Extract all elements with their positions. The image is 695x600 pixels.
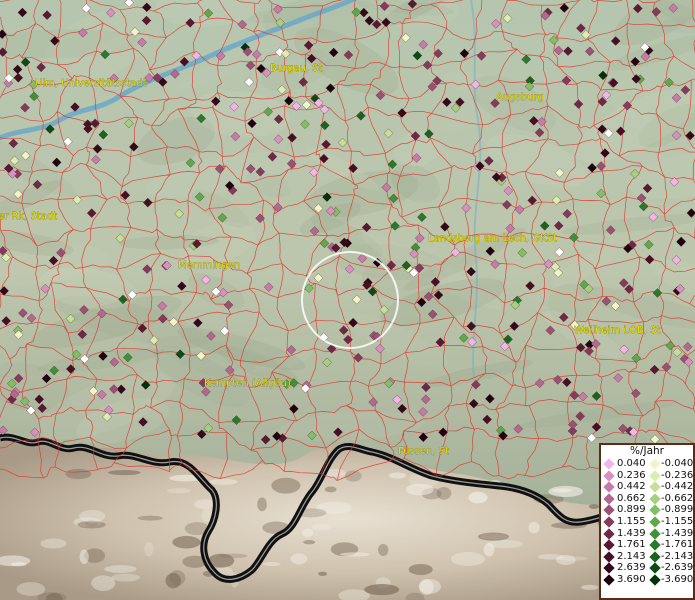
legend-swatch-positive [603, 516, 615, 528]
legend-row: 1.155 -1.155 [601, 516, 693, 528]
city-label: Weilheim i.OB, St [574, 325, 661, 336]
legend-swatch-positive [603, 539, 615, 551]
legend-value-positive: 1.761 [617, 539, 646, 551]
legend-row: 0.040 -0.040 [601, 458, 693, 470]
legend-swatch-positive [603, 562, 615, 575]
city-label: Landsberg am Lech, GKSt [428, 233, 557, 244]
legend-swatch-positive [603, 551, 615, 563]
legend-swatch-negative [649, 539, 661, 551]
legend-row: 0.899 -0.899 [601, 504, 694, 517]
legend: %/Jahr 0.040 -0.040 0.236 -0.236 0.442 -0.442… [599, 443, 695, 600]
legend-value-negative: -1.761 [661, 539, 694, 551]
legend-value-positive: 1.155 [617, 515, 646, 527]
legend-value-negative: -0.442 [661, 481, 694, 493]
legend-swatch-negative [649, 481, 661, 493]
legend-swatch-negative [649, 516, 661, 528]
legend-row: 2.639 -2.639 [601, 562, 694, 575]
city-label: Füssen, St [398, 446, 449, 457]
legend-rows: 0.040 -0.040 0.236 -0.236 0.442 -0.442 0.662 -0… [601, 458, 693, 586]
legend-title: %/Jahr [629, 445, 665, 457]
legend-value-positive: 0.899 [617, 504, 646, 516]
legend-value-negative: -2.143 [661, 550, 694, 562]
legend-swatch-negative [649, 562, 661, 575]
legend-value-negative: -0.040 [661, 458, 694, 469]
legend-swatch-negative [649, 574, 661, 586]
legend-value-negative: -3.690 [661, 573, 694, 585]
legend-value-negative: -0.899 [661, 504, 694, 516]
legend-swatch-positive [603, 481, 615, 493]
city-label: Ulm, Universitätsstadt [35, 78, 147, 89]
legend-value-negative: -1.155 [661, 515, 694, 527]
legend-swatch-positive [603, 469, 615, 482]
legend-value-positive: 0.236 [617, 469, 646, 481]
legend-value-positive: 1.439 [617, 527, 646, 539]
legend-value-positive: 0.662 [617, 492, 646, 504]
map-svg[interactable]: Ulm, Universitätsstadt Burgau, St Augsburg… [0, 0, 695, 600]
legend-row: 2.143 -2.143 [601, 551, 693, 563]
legend-swatch-positive [603, 574, 615, 586]
legend-value-negative: -0.236 [661, 469, 694, 481]
legend-swatch-negative [649, 493, 661, 505]
legend-swatch-positive [603, 458, 615, 470]
legend-swatch-negative [649, 458, 661, 470]
city-label: Burgau, St [270, 63, 323, 74]
city-label: Memmingen [178, 260, 240, 271]
legend-row: 0.662 -0.662 [601, 493, 693, 505]
legend-swatch-positive [603, 504, 615, 517]
map-canvas[interactable]: Ulm, Universitätsstadt Burgau, St Augsburg… [0, 0, 695, 600]
legend-value-positive: 3.690 [617, 573, 646, 585]
legend-value-positive: 2.143 [617, 550, 646, 562]
legend-value-negative: -1.439 [661, 527, 694, 539]
legend-swatch-negative [649, 527, 661, 540]
legend-swatch-negative [649, 469, 661, 482]
legend-swatch-positive [603, 493, 615, 505]
legend-value-negative: -0.662 [661, 492, 694, 504]
city-label: Kempten (Allgäu) [204, 378, 291, 389]
legend-row: 1.439 -1.439 [601, 528, 693, 540]
legend-row: 3.690 -3.690 [601, 574, 693, 586]
legend-row: 0.442 -0.442 [601, 481, 693, 493]
legend-row: 1.761 -1.761 [601, 539, 693, 551]
legend-row: 0.236 -0.236 [601, 470, 693, 482]
legend-value-positive: 0.040 [617, 458, 646, 469]
legend-swatch-negative [649, 551, 661, 563]
legend-swatch-negative [649, 504, 661, 517]
legend-value-positive: 2.639 [617, 562, 646, 574]
legend-value-negative: -2.639 [661, 562, 694, 574]
legend-swatch-positive [603, 527, 615, 540]
city-label: Augsburg [496, 92, 544, 103]
legend-value-positive: 0.442 [617, 481, 646, 493]
city-label: er Rk, Stadt [0, 211, 57, 222]
